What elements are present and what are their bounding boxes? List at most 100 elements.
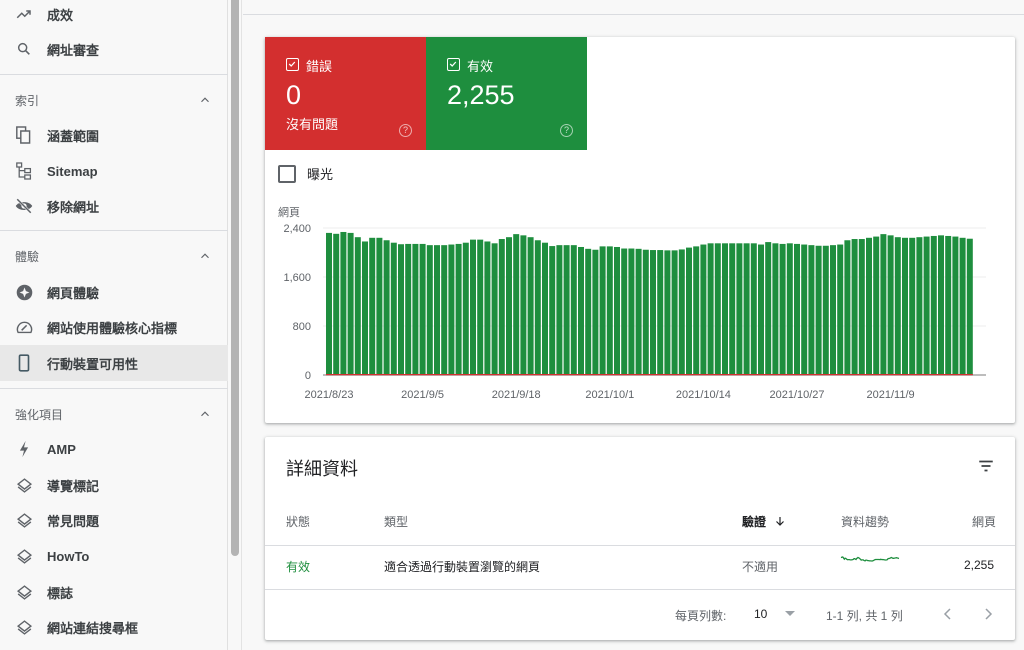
checkbox-unchecked-icon[interactable] <box>278 164 296 183</box>
bar-valid[interactable] <box>491 243 498 375</box>
chevron-right-icon[interactable] <box>983 607 993 621</box>
nav-item-amp[interactable]: AMP <box>0 431 228 467</box>
bar-valid[interactable] <box>390 242 397 375</box>
nav-item-url-inspection[interactable]: 網址審查 <box>0 31 228 67</box>
bar-valid[interactable] <box>657 250 664 375</box>
bar-valid[interactable] <box>448 244 455 375</box>
nav-item-sitelinks-searchbox[interactable]: 網站連結搜尋框 <box>0 609 228 645</box>
bar-valid[interactable] <box>419 243 426 375</box>
nav-item-faq[interactable]: 常見問題 <box>0 502 228 538</box>
bar-valid[interactable] <box>340 231 347 375</box>
bar-valid[interactable] <box>592 249 599 375</box>
bar-valid[interactable] <box>794 243 800 375</box>
column-header-status[interactable]: 狀態 <box>286 513 310 530</box>
bar-valid[interactable] <box>578 246 584 375</box>
bar-valid[interactable] <box>923 236 930 375</box>
bar-valid[interactable] <box>750 243 757 375</box>
bar-valid[interactable] <box>556 245 563 375</box>
bar-valid[interactable] <box>347 232 354 375</box>
bar-valid[interactable] <box>808 245 815 375</box>
bar-valid[interactable] <box>700 244 707 375</box>
bar-valid[interactable] <box>462 242 469 375</box>
bar-valid[interactable] <box>534 240 541 375</box>
bar-valid[interactable] <box>354 237 361 375</box>
section-header-enhancements[interactable]: 強化項目 <box>0 396 228 432</box>
bar-valid[interactable] <box>333 233 340 375</box>
bar-valid[interactable] <box>743 243 750 375</box>
error-tile[interactable]: 錯誤 0 沒有問題 ? <box>265 37 426 150</box>
nav-item-sitemap[interactable]: Sitemap <box>0 153 228 189</box>
scrollbar-thumb[interactable] <box>231 0 239 556</box>
bar-valid[interactable] <box>398 244 404 375</box>
checkbox-checked-icon[interactable] <box>447 58 460 71</box>
bar-valid[interactable] <box>930 235 937 375</box>
bar-valid[interactable] <box>837 244 844 375</box>
bar-valid[interactable] <box>866 237 872 375</box>
bar-valid[interactable] <box>707 243 714 375</box>
section-header-experience[interactable]: 體驗 <box>0 238 228 274</box>
rows-per-page-select[interactable]: 10 <box>754 607 795 621</box>
column-header-type[interactable]: 類型 <box>384 513 408 530</box>
bar-valid[interactable] <box>722 243 728 375</box>
bar-valid[interactable] <box>434 245 440 375</box>
bar-valid[interactable] <box>894 237 901 375</box>
bar-valid[interactable] <box>779 243 786 375</box>
valid-tile[interactable]: 有效 2,255 ? <box>426 37 587 150</box>
bar-valid[interactable] <box>822 245 829 375</box>
bar-valid[interactable] <box>412 243 419 375</box>
nav-item-performance[interactable]: 成效 <box>0 0 228 32</box>
bar-valid[interactable] <box>693 246 700 375</box>
checkbox-checked-icon[interactable] <box>286 58 299 71</box>
bar-valid[interactable] <box>714 243 721 375</box>
bar-valid[interactable] <box>851 239 858 375</box>
bar-valid[interactable] <box>844 240 851 375</box>
bar-valid[interactable] <box>671 250 678 375</box>
bar-valid[interactable] <box>426 245 433 375</box>
bar-valid[interactable] <box>945 235 952 375</box>
bar-valid[interactable] <box>815 245 822 375</box>
bar-valid[interactable] <box>376 237 383 375</box>
bar-valid[interactable] <box>966 238 973 375</box>
bar-valid[interactable] <box>563 245 570 375</box>
bar-valid[interactable] <box>938 235 944 375</box>
bar-valid[interactable] <box>405 243 412 375</box>
bar-valid[interactable] <box>830 245 836 375</box>
bar-valid[interactable] <box>729 243 736 375</box>
nav-item-breadcrumbs[interactable]: 導覽標記 <box>0 467 228 503</box>
nav-item-page-experience[interactable]: 網頁體驗 <box>0 274 228 310</box>
bar-valid[interactable] <box>362 241 368 375</box>
bar-valid[interactable] <box>959 237 966 375</box>
bar-valid[interactable] <box>916 237 923 375</box>
bar-valid[interactable] <box>585 248 592 375</box>
help-icon[interactable]: ? <box>560 124 573 137</box>
bar-valid[interactable] <box>455 243 462 375</box>
bar-valid[interactable] <box>383 240 390 375</box>
nav-item-coverage[interactable]: 涵蓋範圍 <box>0 117 228 153</box>
bar-valid[interactable] <box>614 246 620 375</box>
filter-icon[interactable] <box>977 457 995 475</box>
column-header-validation[interactable]: 驗證 <box>742 513 786 530</box>
bar-valid[interactable] <box>909 237 916 375</box>
bar-valid[interactable] <box>621 248 628 375</box>
bar-valid[interactable] <box>758 244 764 375</box>
column-header-pages[interactable]: 網頁 <box>972 513 996 530</box>
bar-valid[interactable] <box>650 250 656 375</box>
bar-valid[interactable] <box>477 239 484 375</box>
bar-valid[interactable] <box>549 246 556 375</box>
bar-valid[interactable] <box>902 237 908 375</box>
bar-valid[interactable] <box>887 235 894 375</box>
bar-valid[interactable] <box>628 248 635 375</box>
bar-valid[interactable] <box>484 241 491 375</box>
section-header-index[interactable]: 索引 <box>0 82 228 118</box>
bar-valid[interactable] <box>570 245 577 375</box>
bar-valid[interactable] <box>635 248 642 375</box>
help-icon[interactable]: ? <box>399 124 412 137</box>
sidebar-scrollbar[interactable] <box>228 0 242 650</box>
bar-valid[interactable] <box>765 242 772 375</box>
bar-valid[interactable] <box>606 246 613 375</box>
bar-valid[interactable] <box>513 234 520 375</box>
bar-valid[interactable] <box>599 246 606 375</box>
bar-valid[interactable] <box>664 250 671 375</box>
nav-item-mobile-usability[interactable]: 行動裝置可用性 <box>0 345 228 381</box>
bar-valid[interactable] <box>772 243 779 375</box>
